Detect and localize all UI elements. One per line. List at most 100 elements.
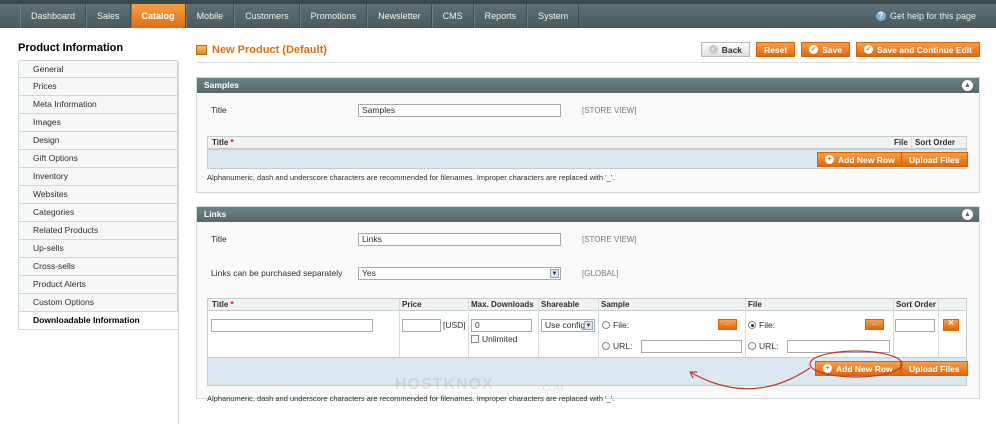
samples-col-sort: Sort Order: [915, 138, 956, 147]
link-browse-button[interactable]: ...: [865, 319, 884, 330]
sample-file-radio[interactable]: [602, 321, 610, 329]
arrow-left-icon: ‹: [708, 45, 718, 54]
nav-catalog[interactable]: Catalog: [130, 4, 186, 28]
tab-categories[interactable]: Categories: [18, 204, 178, 222]
links-add-row-button[interactable]: + Add New Row: [815, 361, 901, 376]
nav-mobile[interactable]: Mobile: [185, 4, 235, 28]
samples-note: Alphanumeric, dash and underscore charac…: [207, 173, 615, 182]
nav-items: Dashboard Sales Catalog Mobile Customers…: [20, 4, 580, 28]
samples-header[interactable]: Samples ▲: [197, 78, 979, 93]
link-shareable-value: Use config: [545, 320, 586, 330]
nav-customers[interactable]: Customers: [234, 4, 300, 28]
save-and-continue-button[interactable]: ✓ Save and Continue Edit: [856, 42, 980, 57]
sample-browse-button[interactable]: ...: [718, 319, 737, 330]
delete-row-button[interactable]: [943, 318, 959, 331]
page-title-text: New Product (Default): [212, 44, 327, 56]
page-actions: ‹ Back Reset ✓ Save ✓ Save and Continue …: [700, 42, 980, 57]
links-col-downloads: Max. Downloads: [471, 300, 534, 309]
samples-title-scope: [STORE VIEW]: [582, 106, 637, 115]
sample-url-label: URL:: [613, 341, 633, 351]
links-separate-scope: [GLOBAL]: [582, 269, 619, 278]
tab-design[interactable]: Design: [18, 132, 178, 150]
watermark-domain: .COM: [540, 383, 564, 393]
unlimited-checkbox[interactable]: [471, 335, 479, 343]
link-sort-input[interactable]: [895, 319, 935, 332]
top-navigation: Dashboard Sales Catalog Mobile Customers…: [0, 0, 996, 28]
links-col-price: Price: [402, 300, 422, 309]
save-button-label: Save: [822, 44, 843, 55]
nav-system[interactable]: System: [527, 4, 580, 28]
samples-section: Samples ▲ Title Samples [STORE VIEW] Tit…: [196, 77, 980, 193]
save-button[interactable]: ✓ Save: [801, 42, 851, 57]
samples-col-divider: [911, 137, 912, 149]
tab-websites[interactable]: Websites: [18, 186, 178, 204]
tab-meta-information[interactable]: Meta Information: [18, 96, 178, 114]
nav-reports[interactable]: Reports: [473, 4, 528, 28]
back-button[interactable]: ‹ Back: [700, 42, 751, 57]
links-separate-label: Links can be purchased separately: [211, 268, 343, 278]
sample-url-radio[interactable]: [602, 342, 610, 350]
save-continue-label: Save and Continue Edit: [877, 44, 972, 55]
links-note: Alphanumeric, dash and underscore charac…: [207, 394, 615, 403]
tab-prices[interactable]: Prices: [18, 78, 178, 96]
check-icon: ✓: [864, 45, 874, 54]
nav-dashboard[interactable]: Dashboard: [20, 4, 87, 28]
links-add-row-label: Add New Row: [836, 363, 893, 374]
links-col-sample: Sample: [601, 300, 630, 309]
sample-url-input[interactable]: [641, 340, 742, 353]
reset-button[interactable]: Reset: [756, 42, 796, 57]
plus-icon: +: [825, 155, 834, 164]
link-url-input[interactable]: [787, 340, 890, 353]
tab-product-alerts[interactable]: Product Alerts: [18, 276, 178, 294]
collapse-icon[interactable]: ▲: [962, 80, 973, 91]
link-url-label: URL:: [759, 341, 779, 351]
links-upload-button[interactable]: Upload Files: [901, 361, 968, 376]
samples-heading: Samples: [204, 80, 239, 90]
samples-add-row-label: Add New Row: [838, 154, 895, 165]
nav-cms[interactable]: CMS: [431, 4, 474, 28]
collapse-icon[interactable]: ▲: [962, 209, 973, 220]
samples-upload-label: Upload Files: [909, 154, 960, 165]
chevron-down-icon: ▼: [584, 321, 593, 330]
samples-col-title: Title *: [212, 137, 234, 149]
tab-gift-options[interactable]: Gift Options: [18, 150, 178, 168]
links-col-title: Title *: [212, 299, 234, 311]
tab-related-products[interactable]: Related Products: [18, 222, 178, 240]
links-body: Title Links [STORE VIEW] Links can be pu…: [197, 222, 979, 403]
tab-up-sells[interactable]: Up-sells: [18, 240, 178, 258]
samples-add-row-button[interactable]: + Add New Row: [817, 152, 903, 167]
samples-title-input[interactable]: Samples: [358, 104, 561, 117]
samples-upload-button[interactable]: Upload Files: [901, 152, 968, 167]
page-title: New Product (Default): [196, 44, 327, 56]
link-url-radio[interactable]: [748, 342, 756, 350]
check-icon: ✓: [809, 45, 819, 54]
links-upload-label: Upload Files: [909, 363, 960, 374]
links-separate-value: Yes: [362, 268, 376, 278]
required-marker: *: [230, 138, 234, 147]
link-price-input[interactable]: [402, 319, 441, 332]
help-link[interactable]: ? Get help for this page: [875, 4, 976, 28]
links-col-file: File: [748, 300, 762, 309]
tab-general[interactable]: General: [18, 60, 178, 78]
samples-col-title-text: Title: [212, 138, 229, 147]
links-header[interactable]: Links ▲: [197, 207, 979, 222]
links-separate-select[interactable]: Yes ▼: [358, 267, 561, 280]
links-grid-header: [208, 299, 966, 311]
links-heading: Links: [204, 209, 227, 219]
link-currency: [USD]: [443, 320, 466, 330]
tab-custom-options[interactable]: Custom Options: [18, 294, 178, 312]
tab-images[interactable]: Images: [18, 114, 178, 132]
samples-grid-header: [208, 137, 966, 149]
nav-newsletter[interactable]: Newsletter: [367, 4, 432, 28]
tab-inventory[interactable]: Inventory: [18, 168, 178, 186]
tab-cross-sells[interactable]: Cross-sells: [18, 258, 178, 276]
tab-downloadable-information[interactable]: Downloadable Information: [18, 312, 178, 330]
link-downloads-input[interactable]: 0: [471, 319, 532, 332]
title-divider: [196, 62, 980, 63]
link-title-input[interactable]: [211, 319, 373, 332]
nav-promotions[interactable]: Promotions: [299, 4, 368, 28]
link-file-radio[interactable]: [748, 321, 756, 329]
nav-sales[interactable]: Sales: [86, 4, 131, 28]
link-shareable-select[interactable]: Use config ▼: [541, 319, 595, 332]
links-title-input[interactable]: Links: [358, 233, 561, 246]
